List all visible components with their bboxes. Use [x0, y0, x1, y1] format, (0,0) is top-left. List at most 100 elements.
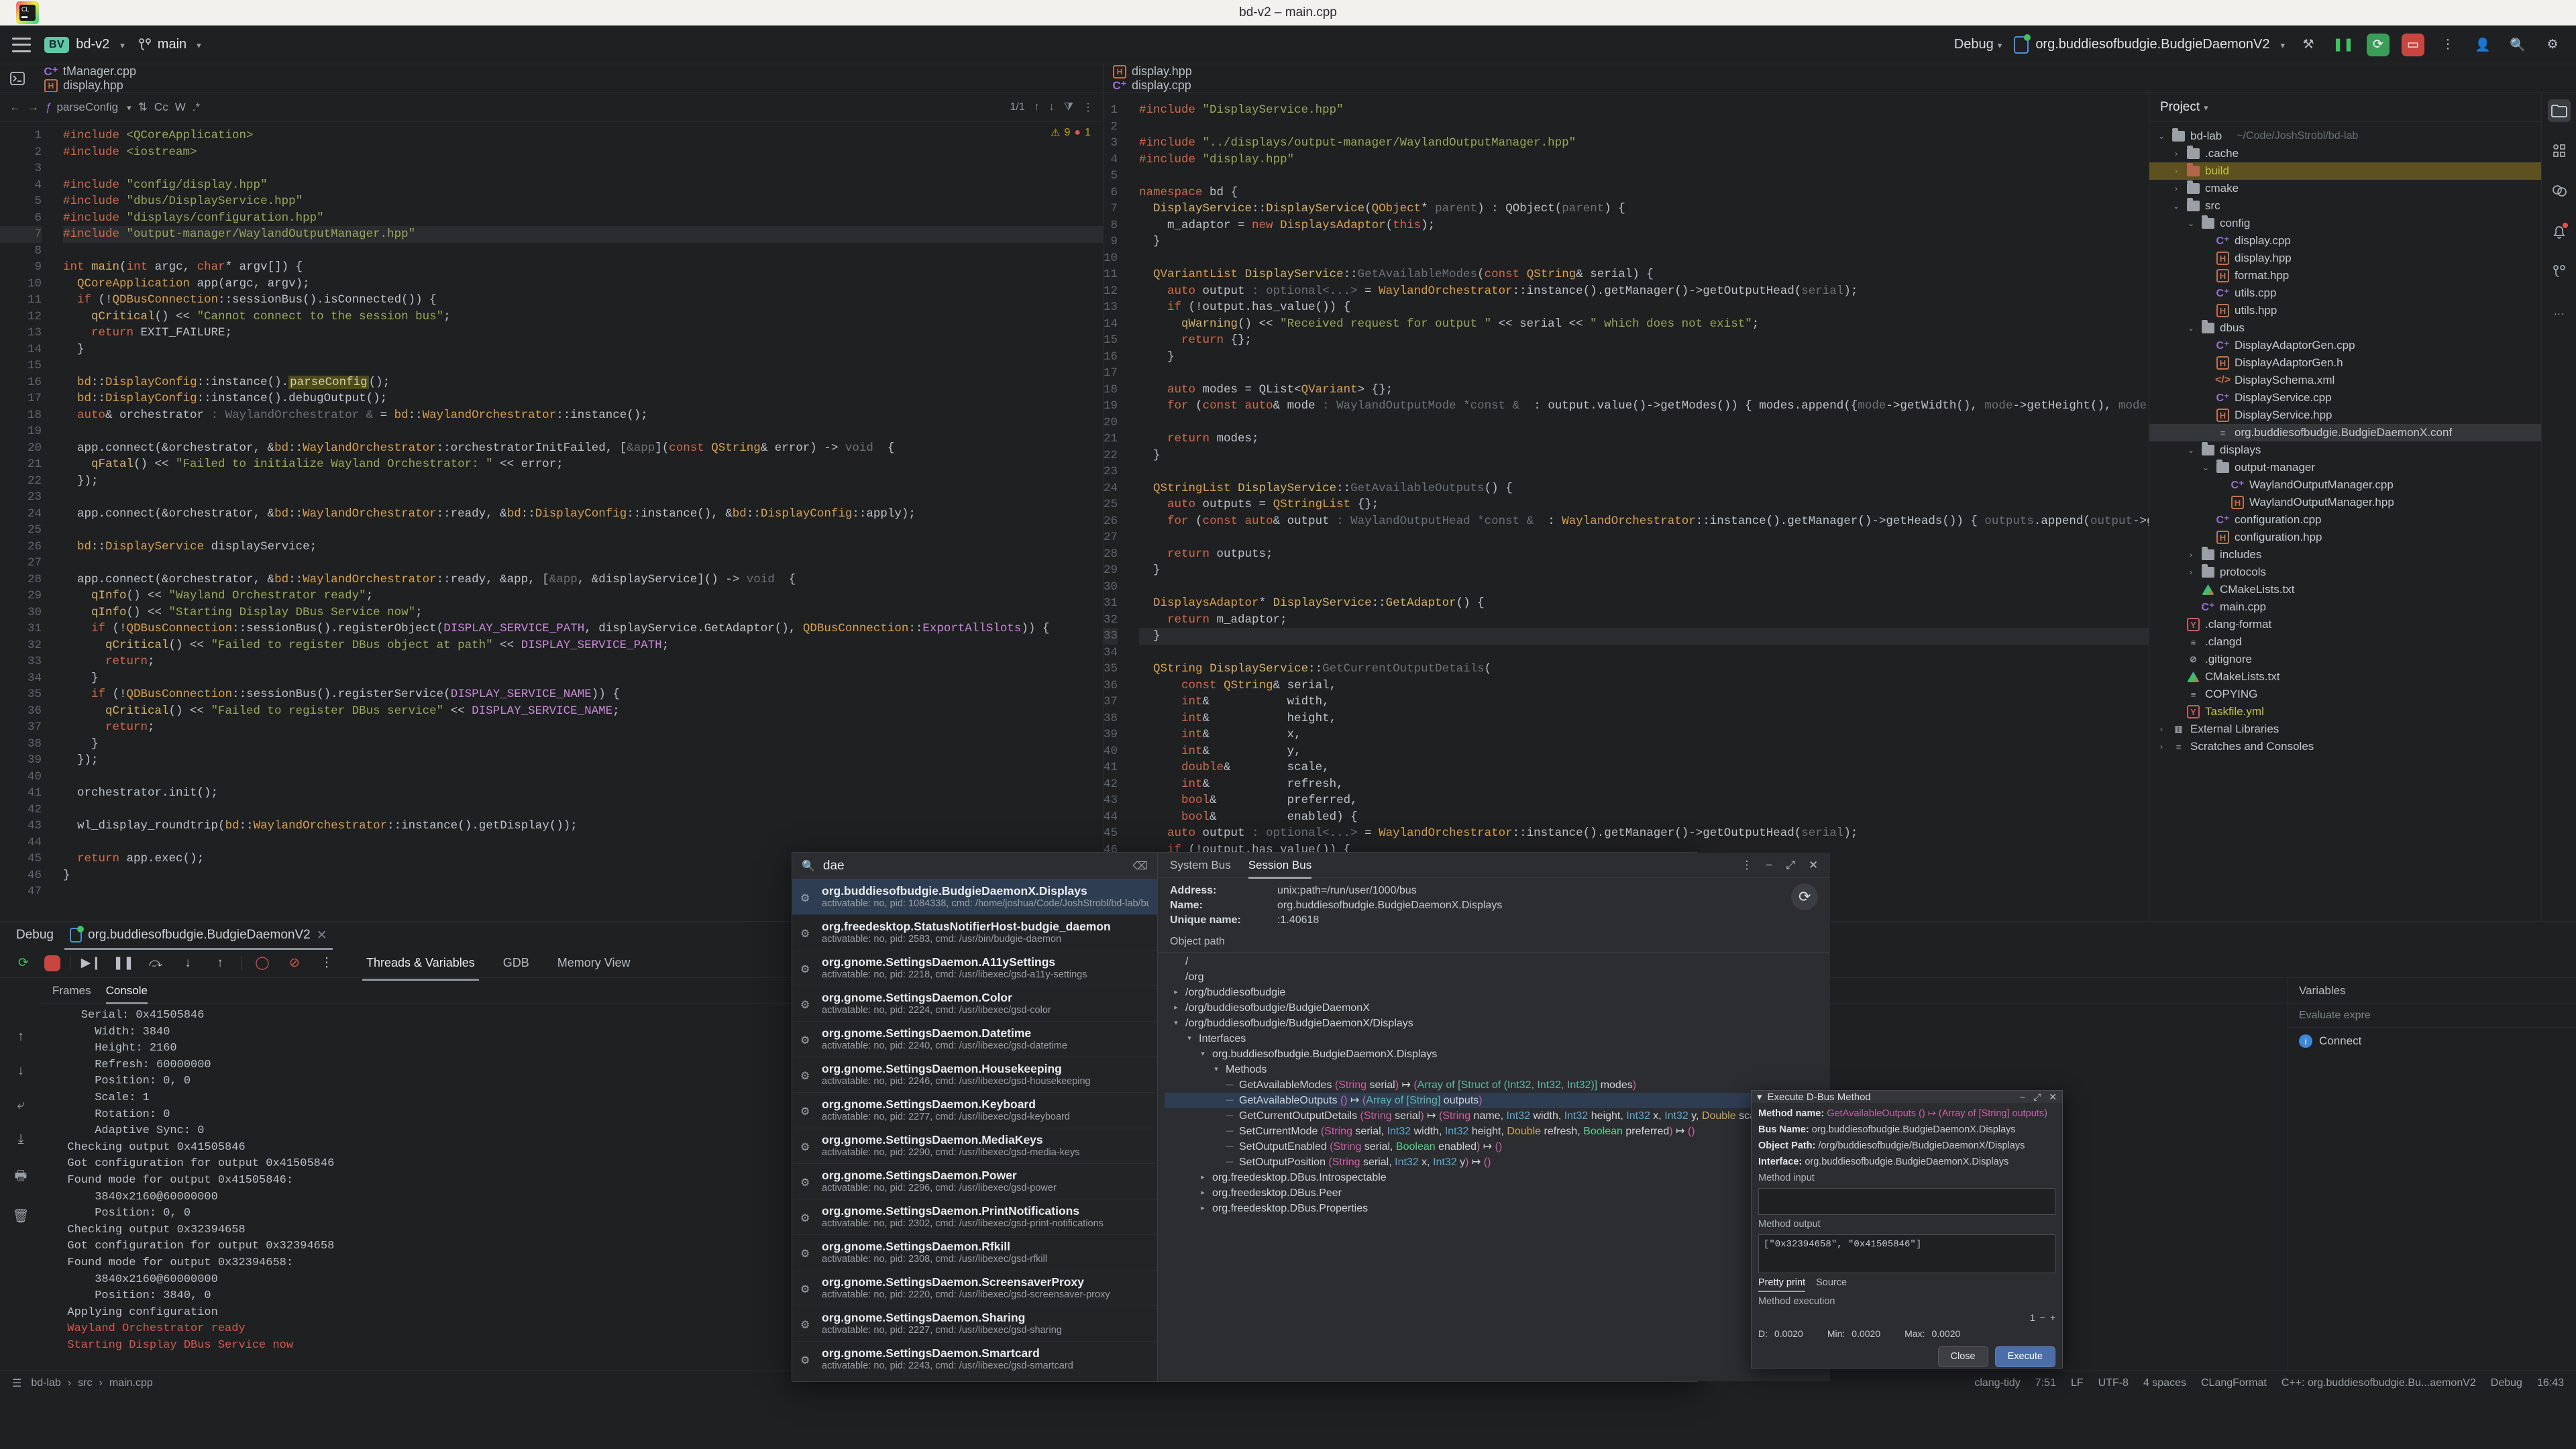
- status-breadcrumb-item[interactable]: bd-lab: [31, 1377, 60, 1389]
- restart-debug-icon[interactable]: ⟳: [12, 952, 35, 975]
- project-tree-item[interactable]: ›build: [2149, 162, 2541, 180]
- code-line[interactable]: auto output : optional<...> = WaylandOrc…: [1139, 825, 2149, 842]
- main-menu-button[interactable]: [12, 38, 31, 52]
- mute-breakpoints-icon[interactable]: ⊘: [283, 952, 306, 975]
- twisty-icon[interactable]: ›: [2156, 742, 2167, 751]
- code-line[interactable]: #include "../displays/output-manager/Way…: [1139, 135, 2149, 152]
- dbus-tree-node[interactable]: /: [1165, 954, 1830, 969]
- code-line[interactable]: [1139, 250, 2149, 267]
- project-panel-header[interactable]: Project: [2149, 93, 2541, 122]
- project-tree-item[interactable]: ⌄config: [2149, 215, 2541, 232]
- twisty-icon[interactable]: ⌄: [2186, 445, 2196, 455]
- code-line[interactable]: if (!QDBusConnection::sessionBus().isCon…: [63, 292, 1103, 309]
- pause-debug-icon[interactable]: ❚❚: [112, 952, 135, 975]
- scroll-up-icon[interactable]: ↑: [17, 1029, 24, 1044]
- code-line[interactable]: [63, 423, 1103, 440]
- execute-button[interactable]: Execute: [1995, 1346, 2055, 1367]
- code-line[interactable]: [63, 489, 1103, 506]
- code-line[interactable]: }: [1139, 562, 2149, 579]
- twisty-icon[interactable]: ▸: [1198, 1170, 1208, 1185]
- more-debug-icon[interactable]: ⋮: [315, 952, 338, 975]
- more-icon[interactable]: ⋮: [1741, 859, 1752, 872]
- code-line[interactable]: int& y,: [1139, 743, 2149, 760]
- forward-arrow-icon[interactable]: →: [28, 101, 39, 114]
- dbus-tree-node[interactable]: ▸/org/buddiesofbudgie/BudgieDaemonX: [1165, 1000, 1830, 1016]
- code-line[interactable]: }: [1139, 349, 2149, 366]
- evaluate-expression-input[interactable]: Evaluate expre: [2288, 1004, 2576, 1028]
- twisty-icon[interactable]: ⌄: [2200, 463, 2211, 472]
- status-bar-item[interactable]: CLangFormat: [2201, 1377, 2267, 1389]
- exec-view-tab-pretty-print[interactable]: Pretty print: [1758, 1277, 1805, 1292]
- project-tree-item[interactable]: HWaylandOutputManager.hpp: [2149, 494, 2541, 511]
- twisty-icon[interactable]: —: [1225, 1093, 1234, 1108]
- dbus-service-item[interactable]: ⚙org.gnome.SettingsDaemon.Poweractivatab…: [792, 1164, 1157, 1199]
- dbus-tree-node[interactable]: ▸org.freedesktop.DBus.Peer: [1165, 1185, 1830, 1201]
- build-hammer-icon[interactable]: ⚒: [2297, 34, 2320, 56]
- code-text-left[interactable]: #include <QCoreApplication>#include <ios…: [48, 122, 1103, 900]
- twisty-icon[interactable]: ▾: [1171, 1016, 1181, 1031]
- exec-input-field[interactable]: [1758, 1188, 2055, 1215]
- code-line[interactable]: [63, 358, 1103, 374]
- debug-subtab-frames[interactable]: Frames: [52, 984, 91, 998]
- twisty-icon[interactable]: —: [1225, 1077, 1234, 1093]
- restore-icon[interactable]: ⤢: [2033, 1091, 2041, 1103]
- dbus-tab-system-bus[interactable]: System Bus: [1170, 859, 1231, 872]
- project-tree-item[interactable]: YTaskfile.yml: [2149, 703, 2541, 720]
- code-line[interactable]: if (!QDBusConnection::sessionBus().regis…: [63, 686, 1103, 703]
- twisty-icon[interactable]: ›: [2171, 184, 2182, 193]
- code-line[interactable]: [1139, 119, 2149, 136]
- code-line[interactable]: });: [63, 752, 1103, 769]
- step-over-icon[interactable]: ⤼: [144, 952, 167, 975]
- resume-icon[interactable]: ▶❙: [80, 952, 103, 975]
- code-line[interactable]: }: [1139, 628, 2149, 645]
- code-line[interactable]: #include "output-manager/WaylandOutputMa…: [63, 226, 1103, 243]
- twisty-icon[interactable]: ›: [2186, 550, 2196, 559]
- code-line[interactable]: qCritical() << "Failed to register DBus …: [63, 637, 1103, 654]
- rerun-button[interactable]: ⟳: [2367, 34, 2390, 56]
- twisty-icon[interactable]: ›: [2171, 149, 2182, 158]
- dbus-tree-node[interactable]: ▸org.freedesktop.DBus.Properties: [1165, 1201, 1830, 1216]
- code-line[interactable]: #include "displays/configuration.hpp": [63, 210, 1103, 227]
- increment-icon[interactable]: +: [2050, 1311, 2055, 1324]
- project-tree-item[interactable]: ≡COPYING: [2149, 686, 2541, 703]
- project-tree-item[interactable]: ⌄dbus: [2149, 319, 2541, 337]
- dbus-service-item[interactable]: ⚙org.gnome.SettingsDaemon.Smartcardactiv…: [792, 1342, 1157, 1377]
- dbus-service-item[interactable]: ⚙org.gnome.SettingsDaemon.A11ySettingsac…: [792, 951, 1157, 986]
- project-tree-item[interactable]: ≡.clangd: [2149, 633, 2541, 651]
- code-line[interactable]: int main(int argc, char* argv[]) {: [63, 259, 1103, 276]
- code-line[interactable]: app.connect(&orchestrator, &bd::WaylandO…: [63, 506, 1103, 523]
- project-tree-item[interactable]: Hutils.hpp: [2149, 302, 2541, 319]
- project-tree-root[interactable]: ⌄bd-lab~/Code/JoshStrobl/bd-lab: [2149, 127, 2541, 145]
- project-tree[interactable]: ⌄bd-lab~/Code/JoshStrobl/bd-lab›.cache›b…: [2149, 122, 2541, 761]
- dbus-tree-node[interactable]: /org: [1165, 969, 1830, 985]
- code-line[interactable]: [63, 835, 1103, 851]
- dbus-service-list[interactable]: ⚙org.buddiesofbudgie.BudgieDaemonX.Displ…: [792, 879, 1157, 1381]
- code-line[interactable]: qFatal() << "Failed to initialize Waylan…: [63, 456, 1103, 473]
- code-line[interactable]: [1139, 645, 2149, 661]
- debug-mode-selector[interactable]: Debug: [1954, 37, 2002, 52]
- editor-tab-display-cpp[interactable]: C⁺display.cpp: [1104, 78, 1269, 92]
- dbus-service-item[interactable]: ⚙org.gnome.SettingsDaemon.Sharingactivat…: [792, 1306, 1157, 1342]
- pause-icon[interactable]: ❚❚: [2332, 34, 2355, 56]
- twisty-icon[interactable]: ⌄: [2186, 219, 2196, 228]
- dbus-search-input[interactable]: [823, 859, 1124, 873]
- refresh-icon[interactable]: ⟳: [1791, 883, 1818, 910]
- status-bar-item[interactable]: 4 spaces: [2143, 1377, 2186, 1389]
- dbus-tree-node[interactable]: —GetCurrentOutputDetails (String serial)…: [1165, 1108, 1830, 1124]
- view-breakpoints-icon[interactable]: ◯: [251, 952, 274, 975]
- stop-button[interactable]: ▭: [2402, 34, 2424, 56]
- dbus-tab-session-bus[interactable]: Session Bus: [1248, 859, 1312, 872]
- code-line[interactable]: qInfo() << "Starting Display DBus Servic…: [63, 604, 1103, 621]
- status-bar-item[interactable]: 16:43: [2537, 1377, 2564, 1389]
- clear-search-icon[interactable]: ⌫: [1132, 859, 1148, 873]
- status-bar-item[interactable]: clang-tidy: [1974, 1377, 2020, 1389]
- code-line[interactable]: #include <iostream>: [63, 144, 1103, 161]
- stop-debug-button[interactable]: [44, 955, 60, 971]
- code-line[interactable]: auto modes = QList<QVariant> {};: [1139, 382, 2149, 398]
- dbus-service-item[interactable]: ⚙org.gnome.SettingsDaemon.Coloractivatab…: [792, 986, 1157, 1022]
- code-line[interactable]: double& scale,: [1139, 759, 2149, 776]
- code-line[interactable]: #include <QCoreApplication>: [63, 127, 1103, 144]
- code-line[interactable]: namespace bd {: [1139, 184, 2149, 201]
- code-line[interactable]: return modes;: [1139, 431, 2149, 447]
- project-tree-item[interactable]: HDisplayAdaptorGen.h: [2149, 354, 2541, 372]
